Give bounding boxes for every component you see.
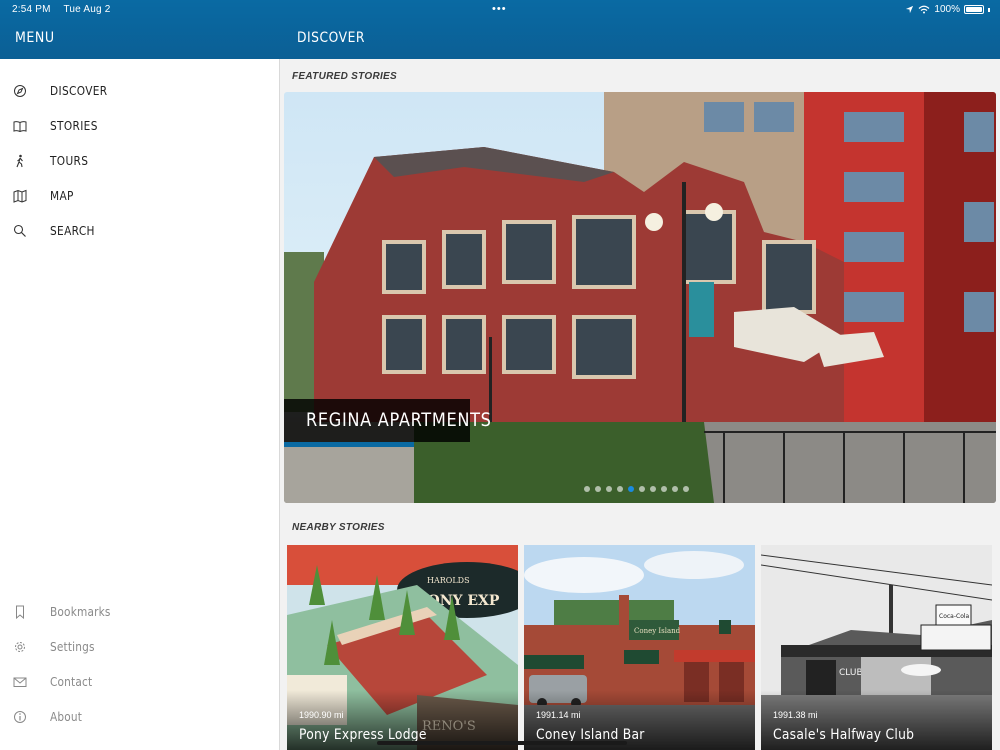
sidebar-item-label: TOURS bbox=[50, 154, 89, 168]
carousel-page-dot[interactable] bbox=[606, 486, 612, 492]
map-icon bbox=[13, 189, 27, 203]
nearby-story-card[interactable]: HAROLDS PONY EXP RENO'S 1990.90 mi Pony … bbox=[287, 545, 518, 750]
featured-story-title: REGINA APARTMENTS bbox=[284, 399, 491, 442]
main-nav: DISCOVER STORIES TOURS MAP SEARCH bbox=[0, 74, 280, 249]
carousel-page-dot[interactable] bbox=[672, 486, 678, 492]
book-icon bbox=[13, 121, 27, 133]
story-distance: 1991.38 mi bbox=[773, 710, 818, 720]
search-icon bbox=[13, 224, 26, 237]
sidebar-item-tours[interactable]: TOURS bbox=[0, 144, 280, 179]
sidebar-item-label: Bookmarks bbox=[50, 605, 111, 619]
carousel-page-dot[interactable] bbox=[595, 486, 601, 492]
status-bar-left: 2:54 PM Tue Aug 2 bbox=[12, 4, 121, 15]
status-time: 2:54 PM bbox=[12, 4, 51, 15]
svg-text:HAROLDS: HAROLDS bbox=[427, 576, 470, 585]
carousel-page-dot[interactable] bbox=[617, 486, 623, 492]
story-distance: 1990.90 mi bbox=[299, 710, 344, 720]
wifi-icon bbox=[919, 5, 930, 14]
nearby-story-card[interactable]: Coney Island 1991.14 mi Coney Island Bar bbox=[524, 545, 755, 750]
carousel-page-dot[interactable] bbox=[683, 486, 689, 492]
sidebar-item-stories[interactable]: STORIES bbox=[0, 109, 280, 144]
sidebar-item-label: Settings bbox=[50, 640, 95, 654]
gear-icon bbox=[15, 642, 25, 652]
carousel-page-dot[interactable] bbox=[584, 486, 590, 492]
battery-percent: 100% bbox=[934, 4, 960, 15]
carousel-page-dot[interactable] bbox=[628, 486, 634, 492]
featured-section-label: FEATURED STORIES bbox=[292, 71, 397, 82]
envelope-icon bbox=[13, 677, 27, 687]
sidebar-item-settings[interactable]: Settings bbox=[0, 630, 280, 665]
carousel-page-indicator[interactable] bbox=[584, 486, 689, 492]
sidebar-item-label: STORIES bbox=[50, 119, 98, 133]
page-title: DISCOVER bbox=[297, 30, 366, 46]
battery-icon bbox=[964, 5, 984, 14]
sidebar-item-discover[interactable]: DISCOVER bbox=[0, 74, 280, 109]
featured-story-title-text: REGINA APARTMENTS bbox=[306, 409, 492, 431]
bookmark-icon bbox=[16, 605, 24, 619]
sidebar-item-label: DISCOVER bbox=[50, 84, 108, 98]
carousel-page-dot[interactable] bbox=[639, 486, 645, 492]
svg-text:Coney Island: Coney Island bbox=[634, 627, 681, 635]
sidebar-item-contact[interactable]: Contact bbox=[0, 665, 280, 700]
sidebar-item-about[interactable]: About bbox=[0, 700, 280, 735]
sidebar-header: 2:54 PM Tue Aug 2 MENU bbox=[0, 0, 280, 59]
sidebar-item-label: SEARCH bbox=[50, 224, 95, 238]
sidebar-item-label: About bbox=[50, 710, 83, 724]
sidebar-item-bookmarks[interactable]: Bookmarks bbox=[0, 595, 280, 630]
nearby-story-card[interactable]: Coca-Cola CLUB 1991.38 mi Casale's Halfw… bbox=[761, 545, 992, 750]
main-content: ••• 100% DISCOVER FEATURED STORIES REGIN… bbox=[280, 0, 1000, 750]
app-window: 2:54 PM Tue Aug 2 MENU DISCOVER STORIES … bbox=[0, 0, 1000, 750]
status-bar-right: 100% bbox=[905, 4, 990, 15]
featured-story-card[interactable]: REGINA APARTMENTS bbox=[284, 92, 996, 503]
svg-text:CLUB: CLUB bbox=[839, 668, 863, 678]
location-arrow-icon bbox=[906, 5, 914, 14]
sidebar-item-search[interactable]: SEARCH bbox=[0, 214, 280, 249]
story-name: Casale's Halfway Club bbox=[773, 727, 915, 743]
sidebar-item-map[interactable]: MAP bbox=[0, 179, 280, 214]
secondary-nav: Bookmarks Settings Contact About bbox=[0, 595, 280, 735]
sidebar-item-label: MAP bbox=[50, 189, 74, 203]
carousel-page-dot[interactable] bbox=[650, 486, 656, 492]
nearby-stories-list: HAROLDS PONY EXP RENO'S 1990.90 mi Pony … bbox=[287, 545, 997, 750]
info-icon bbox=[14, 711, 26, 723]
main-header: ••• 100% DISCOVER bbox=[280, 0, 1000, 59]
nearby-section-label: NEARBY STORIES bbox=[292, 522, 385, 533]
walking-icon bbox=[16, 154, 23, 168]
home-indicator[interactable] bbox=[377, 741, 627, 745]
sidebar: 2:54 PM Tue Aug 2 MENU DISCOVER STORIES … bbox=[0, 0, 280, 750]
story-distance: 1991.14 mi bbox=[536, 710, 581, 720]
svg-text:Coca-Cola: Coca-Cola bbox=[939, 613, 970, 620]
multitask-dots[interactable]: ••• bbox=[492, 3, 507, 15]
carousel-page-dot[interactable] bbox=[661, 486, 667, 492]
menu-title: MENU bbox=[15, 30, 55, 46]
battery-tip bbox=[988, 7, 990, 12]
compass-icon bbox=[14, 85, 26, 97]
sidebar-item-label: Contact bbox=[50, 675, 93, 689]
featured-title-accent-bar bbox=[284, 442, 414, 447]
status-date: Tue Aug 2 bbox=[63, 4, 111, 15]
